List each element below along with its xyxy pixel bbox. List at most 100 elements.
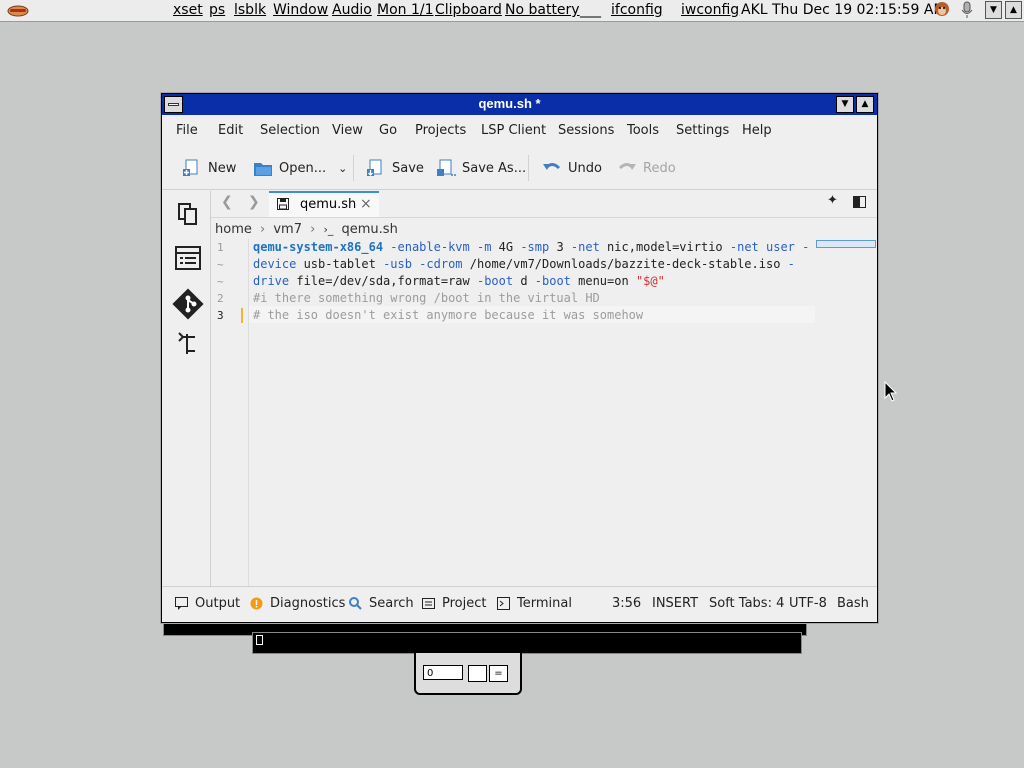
save-icon — [367, 159, 382, 176]
save-button[interactable]: Save — [366, 157, 424, 179]
new-label: New — [208, 160, 237, 176]
calculator-display: 0 — [423, 665, 463, 680]
documents-icon[interactable] — [175, 201, 201, 227]
breadcrumb-vm7[interactable]: vm7 — [273, 222, 302, 237]
redo-icon — [618, 163, 636, 170]
close-tab-icon[interactable]: × — [360, 196, 372, 212]
back-arrow-icon[interactable]: ❮ — [221, 194, 233, 210]
xset-menu[interactable]: xset — [173, 2, 203, 18]
input-mode[interactable]: INSERT — [652, 596, 698, 611]
new-button[interactable]: New — [182, 157, 236, 179]
audio-menu[interactable]: Audio — [332, 2, 372, 18]
menu-go[interactable]: Go — [379, 123, 397, 138]
breadcrumb: home › vm7 › ›_ qemu.sh — [215, 222, 398, 237]
mouse-cursor-icon — [884, 381, 898, 402]
iwconfig-menu[interactable]: iwconfig — [681, 2, 739, 18]
window-title: qemu.sh * — [478, 96, 541, 111]
line-number: 3 — [217, 309, 224, 322]
lsblk-menu[interactable]: lsblk — [234, 2, 266, 18]
chevron-down-icon[interactable]: ⌄ — [338, 162, 347, 175]
clipboard-menu[interactable]: Clipboard — [435, 2, 502, 18]
indentation-setting[interactable]: Soft Tabs: 4 — [709, 596, 784, 611]
title-bar[interactable]: qemu.sh * ▼ ▲ — [162, 94, 877, 115]
monkey-icon[interactable] — [932, 1, 952, 19]
menu-sessions[interactable]: Sessions — [558, 123, 614, 138]
line-number-gutter: 1 ~ ~ 2 3 — [211, 239, 249, 586]
new-document-icon — [183, 159, 198, 176]
kate-editor-window: qemu.sh * ▼ ▲ File Edit Selection View G… — [161, 93, 878, 623]
search-icon — [349, 597, 362, 610]
menu-settings[interactable]: Settings — [676, 123, 729, 138]
breadcrumb-file[interactable]: qemu.sh — [342, 222, 398, 237]
terminal-tab[interactable]: Terminal — [517, 596, 572, 611]
menu-edit[interactable]: Edit — [218, 123, 243, 138]
calculator-window[interactable]: 0 = — [414, 651, 522, 695]
toolbar: New Open... ⌄ Save Save As... Undo Redo — [162, 147, 877, 190]
floppy-save-icon — [277, 198, 289, 210]
project-tab[interactable]: Project — [442, 596, 486, 611]
menu-projects[interactable]: Projects — [415, 123, 466, 138]
microphone-icon[interactable] — [960, 1, 974, 19]
project-tree-icon[interactable] — [175, 331, 201, 357]
status-bar: Output Diagnostics Search Project Termin… — [162, 586, 877, 621]
maximize-button[interactable]: ▲ — [856, 96, 874, 113]
syntax-mode[interactable]: Bash — [837, 596, 869, 611]
git-icon[interactable] — [172, 288, 204, 320]
tab-qemu-sh[interactable]: qemu.sh × — [269, 191, 379, 217]
tab-bar: ❮ ❯ qemu.sh × ✦ — [211, 191, 877, 218]
background-window-2[interactable] — [252, 632, 802, 654]
undo-button[interactable]: Undo — [542, 157, 602, 179]
separator-text: ___ — [580, 2, 601, 18]
diagnostics-icon — [250, 597, 263, 610]
cursor-position[interactable]: 3:56 — [612, 596, 641, 611]
window-menu[interactable]: Window — [273, 2, 328, 18]
project-icon — [422, 598, 435, 609]
save-as-icon — [437, 159, 456, 176]
output-tab[interactable]: Output — [195, 596, 240, 611]
redo-button[interactable]: Redo — [617, 157, 676, 179]
left-sidebar — [162, 191, 211, 586]
code-line: drive file=/dev/sda,format=raw -boot d -… — [253, 274, 665, 288]
search-tab[interactable]: Search — [369, 596, 414, 611]
calculator-key[interactable]: = — [489, 665, 508, 682]
save-as-label: Save As... — [462, 160, 527, 176]
scroll-arrow-icon[interactable]: ▲ — [1005, 1, 1022, 19]
window-menu-button[interactable] — [164, 96, 183, 113]
code-line: device usb-tablet -usb -cdrom /home/vm7/… — [253, 257, 795, 271]
modified-line-marker — [241, 308, 243, 323]
minimap[interactable] — [816, 240, 876, 248]
menu-bar: File Edit Selection View Go Projects LSP… — [162, 117, 877, 144]
toolbar-separator — [353, 155, 354, 181]
menu-lsp-client[interactable]: LSP Client — [481, 123, 546, 138]
minimize-button[interactable]: ▼ — [836, 96, 854, 113]
code-line: qemu-system-x86_64 -enable-kvm -m 4G -sm… — [253, 240, 810, 254]
hotdog-menu-icon[interactable] — [6, 1, 30, 19]
redo-label: Redo — [643, 160, 676, 176]
menu-file[interactable]: File — [176, 123, 198, 138]
battery-status[interactable]: No battery — [505, 2, 580, 18]
open-button[interactable]: Open... ⌄ — [253, 157, 347, 179]
menu-tools[interactable]: Tools — [627, 123, 659, 138]
desktop-indicator[interactable]: Mon 1/1 — [377, 2, 434, 18]
menu-selection[interactable]: Selection — [260, 123, 320, 138]
toolbar-separator — [528, 155, 529, 181]
ifconfig-menu[interactable]: ifconfig — [611, 2, 663, 18]
split-view-icon[interactable] — [853, 196, 866, 208]
open-folder-icon — [254, 163, 272, 176]
dropdown-arrow-icon[interactable]: ▼ — [985, 1, 1002, 19]
forward-arrow-icon[interactable]: ❯ — [248, 194, 260, 210]
code-line: #i there something wrong /boot in the vi… — [253, 291, 600, 305]
menu-help[interactable]: Help — [742, 123, 772, 138]
tab-label: qemu.sh — [300, 197, 357, 212]
pin-icon[interactable]: ✦ — [827, 193, 838, 208]
calculator-key[interactable] — [468, 665, 487, 682]
save-as-button[interactable]: Save As... — [436, 157, 526, 179]
diagnostics-tab[interactable]: Diagnostics — [270, 596, 345, 611]
ps-menu[interactable]: ps — [209, 2, 225, 18]
breadcrumb-home[interactable]: home — [215, 222, 252, 237]
symbol-list-icon[interactable] — [175, 245, 201, 271]
menu-view[interactable]: View — [332, 123, 363, 138]
line-number: ~ — [217, 275, 224, 288]
line-number: 2 — [217, 292, 224, 305]
encoding[interactable]: UTF-8 — [789, 596, 827, 611]
